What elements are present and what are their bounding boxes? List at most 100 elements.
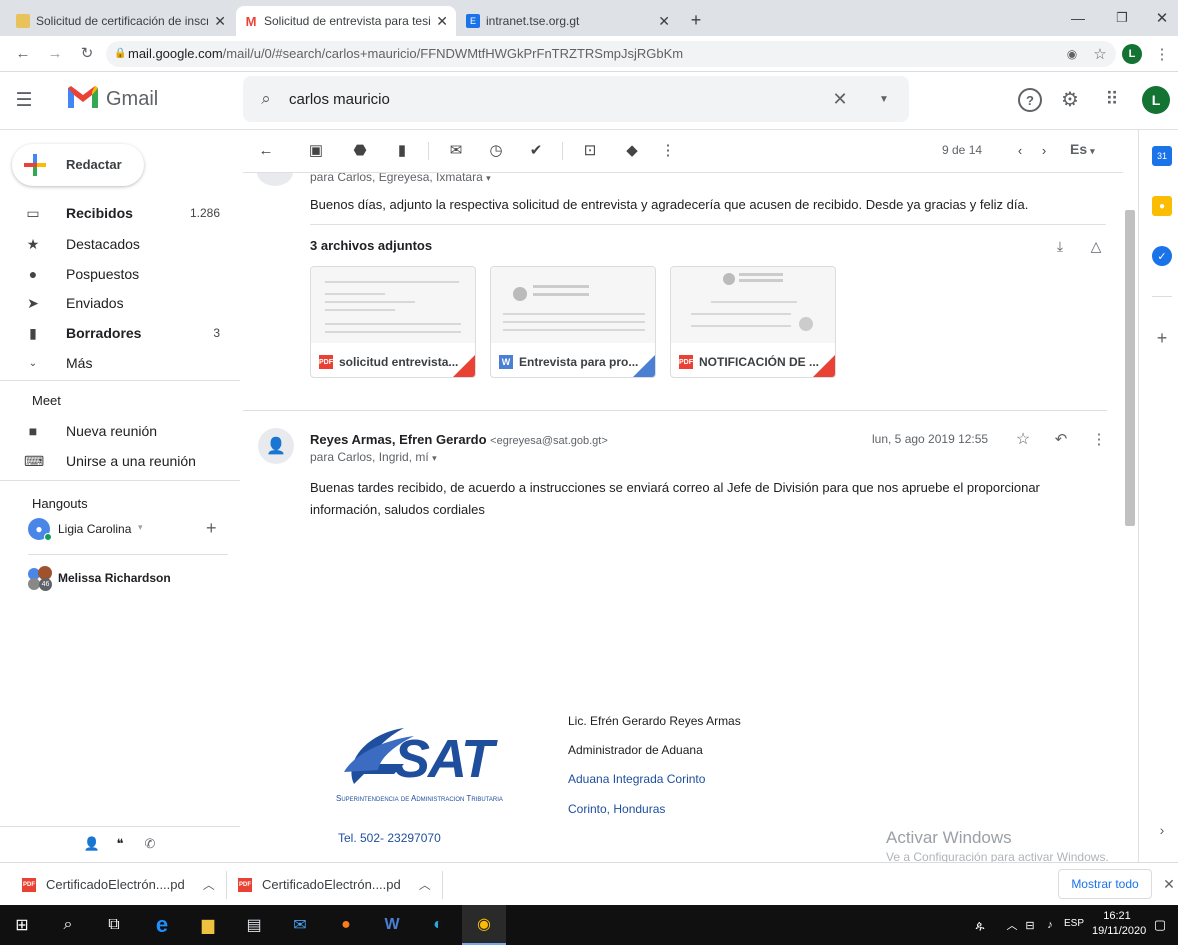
tasks-icon[interactable]: ✓	[1152, 246, 1172, 266]
back-arrow-icon[interactable]: ←	[12, 42, 34, 64]
store-icon[interactable]: ▤	[232, 905, 276, 945]
hangouts-user[interactable]: ● Ligia Carolina ▾ +	[28, 518, 240, 542]
keep-icon[interactable]: ●	[1152, 196, 1172, 216]
notifications-icon[interactable]: ▢	[1150, 915, 1170, 935]
add-hangout-icon[interactable]: +	[206, 518, 217, 539]
add-task-icon[interactable]: ✔	[524, 138, 548, 162]
sidebar-item-borradores[interactable]: ▮ Borradores 3	[0, 318, 240, 348]
tab-intranet[interactable]: E intranet.tse.org.gt ✕	[458, 6, 678, 36]
newer-chevron-icon[interactable]: ‹	[1008, 138, 1032, 162]
scrollbar-thumb[interactable]	[1125, 210, 1135, 526]
mail-app-icon[interactable]: ✉	[278, 905, 322, 945]
download-item[interactable]: PDF CertificadoElectrón....pd ︿	[22, 863, 222, 906]
hangouts-chat-icon[interactable]: ❝	[110, 834, 130, 854]
download-all-icon[interactable]: ⤓	[1050, 236, 1070, 256]
file-explorer-icon[interactable]: ▆	[186, 905, 230, 945]
move-to-icon[interactable]: ⊡	[578, 138, 602, 162]
chevron-up-icon[interactable]: ︿	[419, 876, 431, 893]
app-icon[interactable]: ◐	[416, 905, 460, 945]
close-tab-icon[interactable]: ✕	[658, 13, 670, 30]
tray-chevron-icon[interactable]: ︿	[1002, 915, 1022, 935]
expand-panel-icon[interactable]: ›	[1152, 820, 1172, 840]
word-app-icon[interactable]: W	[370, 905, 414, 945]
clear-search-icon[interactable]: ✕	[829, 88, 851, 110]
contacts-person-icon[interactable]: 👤	[82, 834, 102, 854]
close-tab-icon[interactable]: ✕	[214, 13, 226, 30]
windows-start-icon[interactable]: ⊞	[0, 905, 44, 945]
search-input[interactable]: carlos mauricio	[289, 91, 390, 108]
message-more-icon[interactable]: ⋮	[1088, 428, 1110, 450]
network-icon[interactable]: ⊟	[1020, 915, 1040, 935]
download-item[interactable]: PDF CertificadoElectrón....pd ︿	[238, 863, 438, 906]
sidebar-item-mas[interactable]: ⌄ Más	[0, 348, 240, 378]
volume-icon[interactable]: ♪	[1040, 915, 1060, 935]
close-window-icon[interactable]: ✕	[1150, 6, 1174, 30]
compose-button[interactable]: Redactar	[12, 144, 144, 186]
sidebar-item-destacados[interactable]: ★ Destacados	[0, 229, 240, 259]
restore-icon[interactable]: ❐	[1110, 6, 1134, 30]
tab-solicitud-entrevista[interactable]: M Solicitud de entrevista para tesis ✕	[236, 6, 456, 36]
reply-icon[interactable]: ↶	[1050, 428, 1072, 450]
search-bar[interactable]: ⌕ carlos mauricio ✕ ▼	[243, 76, 909, 122]
attachment-card[interactable]: PDF NOTIFICACIÓN DE ...	[670, 266, 836, 378]
close-tab-icon[interactable]: ✕	[436, 13, 448, 30]
back-to-list-icon[interactable]: ←	[254, 138, 278, 162]
chevron-up-icon[interactable]: ︿	[203, 876, 215, 893]
forward-arrow-icon[interactable]: →	[44, 42, 66, 64]
show-all-button[interactable]: Mostrar todo	[1058, 869, 1152, 899]
bookmark-star-icon[interactable]: ☆	[1090, 44, 1110, 64]
language-indicator[interactable]: ESP	[1064, 918, 1084, 929]
phone-icon[interactable]: ✆	[140, 834, 160, 854]
ie-browser-icon[interactable]: e	[140, 905, 184, 945]
attachment-card[interactable]: PDF solicitud entrevista...	[310, 266, 476, 378]
main-menu-icon[interactable]: ☰	[12, 88, 36, 112]
eye-icon[interactable]: ◉	[1062, 44, 1082, 64]
delete-icon[interactable]: ▮	[390, 138, 414, 162]
sidebar-item-pospuestos[interactable]: ● Pospuestos	[0, 259, 240, 289]
search-icon[interactable]: ⌕	[46, 905, 90, 945]
minimize-icon[interactable]: —	[1066, 6, 1090, 30]
reload-icon[interactable]: ↻	[76, 42, 98, 64]
close-downloads-icon[interactable]: ✕	[1160, 875, 1178, 893]
calendar-icon[interactable]: 31	[1152, 146, 1172, 166]
gmail-logo[interactable]	[66, 84, 100, 113]
search-icon[interactable]: ⌕	[255, 88, 277, 110]
sidebar-item-recibidos[interactable]: ▭ Recibidos 1.286	[0, 198, 240, 228]
account-avatar[interactable]: L	[1142, 86, 1170, 114]
sidebar-item-enviados[interactable]: ➤ Enviados	[0, 288, 240, 318]
get-addons-icon[interactable]: +	[1152, 328, 1172, 348]
settings-gear-icon[interactable]: ⚙	[1058, 87, 1082, 111]
tab-certificacion[interactable]: Solicitud de certificación de inscr ✕	[8, 6, 234, 36]
save-to-drive-icon[interactable]: △	[1086, 236, 1106, 256]
attachment-card[interactable]: W Entrevista para pro...	[490, 266, 656, 378]
meet-new-meeting[interactable]: ■ Nueva reunión	[0, 416, 240, 446]
browser-menu-icon[interactable]: ⋮	[1152, 44, 1172, 64]
task-view-icon[interactable]: ⧉	[92, 905, 136, 945]
archive-icon[interactable]: ▣	[304, 138, 328, 162]
msg2-sender-line[interactable]: Reyes Armas, Efren Gerardo <egreyesa@sat…	[310, 432, 608, 447]
input-tools-button[interactable]: Es ▾	[1070, 141, 1095, 157]
chrome-app-icon[interactable]: ◉	[462, 905, 506, 945]
sender-avatar-icon[interactable]: 👤	[258, 428, 294, 464]
older-chevron-icon[interactable]: ›	[1032, 138, 1056, 162]
snooze-icon[interactable]: ◷	[484, 138, 508, 162]
mark-unread-icon[interactable]: ✉	[444, 138, 468, 162]
star-icon[interactable]: ☆	[1012, 428, 1034, 450]
label-icon[interactable]: ◆	[620, 138, 644, 162]
msg2-recipients[interactable]: para Carlos, Ingrid, mí ▾	[310, 450, 437, 464]
profile-avatar[interactable]: L	[1122, 44, 1142, 64]
report-spam-icon[interactable]: ⬣	[348, 138, 372, 162]
url-field[interactable]: 🔒 mail.google.com/mail/u/0/#search/carlo…	[106, 41, 1116, 67]
meet-join-meeting[interactable]: ⌨ Unirse a una reunión	[0, 446, 240, 476]
clock-icon: ●	[28, 266, 38, 282]
search-options-icon[interactable]: ▼	[873, 88, 895, 110]
firefox-icon[interactable]: ●	[324, 905, 368, 945]
people-icon[interactable]: ዹ	[970, 915, 990, 935]
help-icon[interactable]: ?	[1018, 88, 1042, 112]
new-tab-icon[interactable]: +	[684, 8, 708, 32]
more-options-icon[interactable]: ⋮	[656, 138, 680, 162]
dropdown-icon[interactable]: ▾	[138, 522, 143, 533]
hangouts-contact[interactable]: 46 Melissa Richardson	[28, 566, 240, 591]
clock[interactable]: 16:21 19/11/2020	[1092, 909, 1146, 939]
apps-grid-icon[interactable]: ⠿	[1100, 87, 1124, 111]
